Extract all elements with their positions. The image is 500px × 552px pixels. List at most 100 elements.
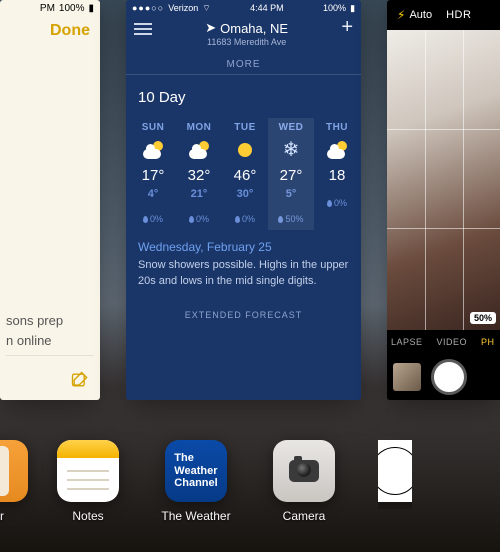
status-bar: ●●●○○ Verizon ⌔ 4:44 PM 100% ▮: [126, 0, 361, 16]
forecast-day[interactable]: MON 32° 21° 0%: [176, 122, 222, 224]
forecast-heading: 10 Day: [126, 85, 361, 122]
divider: [126, 74, 361, 75]
day-name: THU: [314, 122, 360, 133]
mode-photo[interactable]: PH: [481, 337, 495, 347]
dock-app-camera[interactable]: Camera: [270, 440, 338, 523]
raindrop-icon: [189, 216, 194, 223]
raindrop-icon: [327, 200, 332, 207]
grid-line: [387, 228, 500, 229]
high-temp: 17°: [130, 167, 176, 184]
high-temp: 27°: [268, 167, 314, 184]
app-switcher[interactable]: PM 100% ▮ Done sons prep n online ●●●○○ …: [0, 0, 500, 440]
app-label: tor: [0, 509, 4, 523]
precip-chance: 0%: [222, 214, 268, 224]
camera-modes[interactable]: LAPSE VIDEO PH: [387, 330, 500, 354]
status-time: 4:44 PM: [250, 3, 284, 13]
raindrop-icon: [143, 216, 148, 223]
camera-icon: [273, 440, 335, 502]
menu-icon[interactable]: [134, 20, 152, 35]
weather-icon-suncloud: [314, 139, 360, 161]
raindrop-icon: [278, 216, 283, 223]
camera-viewfinder[interactable]: 50%: [387, 30, 500, 330]
status-time: PM: [40, 3, 55, 14]
app-card-camera[interactable]: ⚡︎ Auto HDR 50% LAPSE VIDEO PH: [387, 0, 500, 400]
grid-line: [463, 30, 464, 330]
flash-toggle[interactable]: ⚡︎ Auto: [397, 8, 432, 22]
clock-icon: [378, 440, 412, 502]
low-temp: 4°: [130, 188, 176, 200]
carrier-label: Verizon: [168, 3, 198, 13]
precip-chance: 0%: [130, 214, 176, 224]
mode-lapse[interactable]: LAPSE: [391, 337, 423, 347]
app-label: Camera: [283, 509, 326, 523]
last-photo-thumbnail[interactable]: [393, 363, 421, 391]
weather-channel-icon: TheWeatherChannel: [165, 440, 227, 502]
compose-icon[interactable]: [70, 370, 90, 390]
wifi-icon: ⌔: [202, 3, 210, 14]
camera-bottom-bar: [387, 354, 500, 400]
signal-icon: ●●●○○: [132, 3, 164, 13]
dock-app-clock[interactable]: [378, 440, 412, 509]
status-battery-pct: 100%: [323, 3, 346, 13]
selected-date: Wednesday, February 25: [126, 224, 361, 258]
app-label: Notes: [72, 509, 103, 523]
weather-icon-suncloud: [130, 139, 176, 161]
low-temp: 30°: [222, 188, 268, 200]
high-temp: 32°: [176, 167, 222, 184]
calculator-icon: [0, 440, 28, 502]
more-button[interactable]: MORE: [126, 59, 361, 70]
address-label: 11683 Meredith Ave: [158, 37, 335, 47]
city-label: Omaha, NE: [220, 21, 288, 36]
high-temp: 18: [314, 167, 360, 184]
forecast-day[interactable]: TUE 46° 30° 0%: [222, 122, 268, 224]
shutter-button[interactable]: [431, 359, 467, 395]
precip-chance: 0%: [176, 214, 222, 224]
app-card-notes[interactable]: PM 100% ▮ Done sons prep n online: [0, 0, 100, 400]
dock-app-notes[interactable]: Notes: [54, 440, 122, 523]
dock-app-weather[interactable]: TheWeatherChannel The Weather: [162, 440, 230, 523]
low-temp: 21°: [176, 188, 222, 200]
battery-icon: ▮: [350, 3, 355, 14]
notes-icon: [57, 440, 119, 502]
hdr-toggle[interactable]: HDR: [446, 9, 471, 21]
app-label: The Weather: [161, 509, 230, 523]
zoom-badge: 50%: [470, 312, 496, 324]
flash-mode-label: Auto: [409, 9, 432, 21]
day-name: TUE: [222, 122, 268, 133]
mode-video[interactable]: VIDEO: [437, 337, 468, 347]
forecast-days[interactable]: SUN 17° 4° 0% MON 32° 21° 0% TUE 46° 30° 0% WED ❄︎ 27°…: [126, 122, 361, 224]
status-battery-pct: 100%: [59, 3, 85, 14]
high-temp: 46°: [222, 167, 268, 184]
add-location-button[interactable]: +: [341, 20, 353, 34]
status-bar: PM 100% ▮: [0, 0, 100, 16]
note-line: sons prep: [6, 311, 63, 331]
battery-icon: ▮: [88, 3, 94, 14]
weather-icon-snow: ❄︎: [268, 139, 314, 161]
note-preview: sons prep n online: [0, 311, 63, 350]
day-name: WED: [268, 122, 314, 133]
dock-app-calculator[interactable]: tor: [0, 440, 14, 523]
forecast-day[interactable]: WED ❄︎ 27° 5° 50%: [268, 122, 314, 224]
raindrop-icon: [235, 216, 240, 223]
precip-chance: 50%: [268, 214, 314, 224]
note-line: n online: [6, 331, 63, 351]
app-card-weather[interactable]: ●●●○○ Verizon ⌔ 4:44 PM 100% ▮ ➤ Omaha, N…: [126, 0, 361, 400]
grid-line: [425, 30, 426, 330]
precip-chance: 0%: [314, 198, 360, 208]
low-temp: 5°: [268, 188, 314, 200]
day-name: SUN: [130, 122, 176, 133]
done-button[interactable]: Done: [0, 16, 100, 40]
location-header[interactable]: ➤ Omaha, NE 11683 Meredith Ave: [158, 20, 335, 47]
extended-forecast-button[interactable]: EXTENDED FORECAST: [126, 310, 361, 328]
forecast-day[interactable]: SUN 17° 4° 0%: [130, 122, 176, 224]
weather-icon-suncloud: [176, 139, 222, 161]
divider: [6, 355, 94, 356]
grid-line: [387, 129, 500, 130]
flash-icon: ⚡︎: [397, 8, 405, 22]
weather-icon-sun: [222, 139, 268, 161]
camera-top-bar: ⚡︎ Auto HDR: [387, 0, 500, 30]
app-switcher-dock: tor Notes TheWeatherChannel The Weather …: [0, 422, 500, 552]
day-name: MON: [176, 122, 222, 133]
location-arrow-icon: ➤: [205, 20, 216, 36]
forecast-day[interactable]: THU 18 0%: [314, 122, 360, 224]
